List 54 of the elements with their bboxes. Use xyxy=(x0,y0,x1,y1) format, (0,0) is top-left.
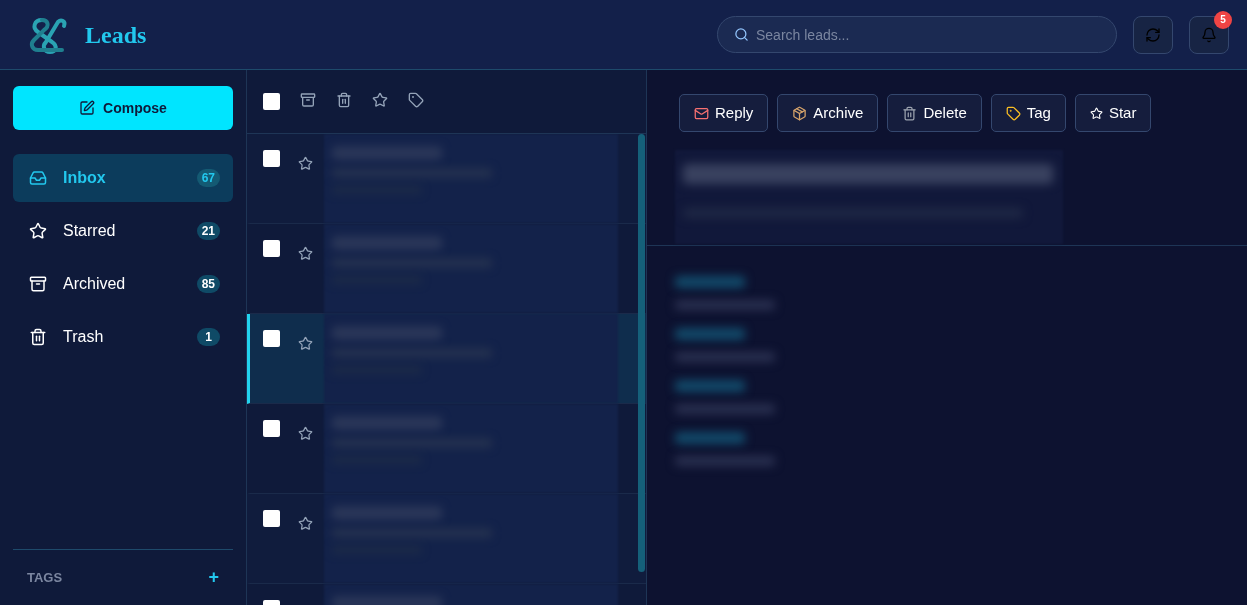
checkbox[interactable] xyxy=(263,330,280,347)
action-button[interactable]: Tag xyxy=(990,94,1066,132)
star-icon xyxy=(29,222,47,240)
star-icon[interactable] xyxy=(298,246,313,261)
inbox-icon xyxy=(29,169,47,187)
count-badge: 85 xyxy=(196,275,220,293)
folder-item[interactable]: Trash 1 xyxy=(13,313,233,361)
checkbox[interactable] xyxy=(263,420,280,437)
star-icon[interactable] xyxy=(298,516,313,531)
count-badge: 1 xyxy=(197,328,220,346)
archive-icon xyxy=(29,275,47,293)
search-icon xyxy=(734,27,749,42)
folder-label: Archived xyxy=(63,274,127,294)
box-icon xyxy=(792,105,808,121)
refresh-button[interactable] xyxy=(1133,15,1173,54)
count-badge: 21 xyxy=(196,222,220,240)
refresh-icon xyxy=(1145,26,1161,43)
checkbox[interactable] xyxy=(263,240,280,257)
notification-badge: 5 xyxy=(1214,10,1232,29)
app-title: Leads xyxy=(85,20,147,50)
logo-icon xyxy=(28,15,68,54)
scrollbar[interactable] xyxy=(638,134,645,572)
envelope-icon xyxy=(694,105,709,121)
folder-label: Trash xyxy=(63,327,105,347)
count-badge: 67 xyxy=(196,169,220,187)
search-field[interactable]: Search leads... xyxy=(717,16,1117,53)
action-button[interactable]: Star xyxy=(1074,94,1152,132)
bell-icon xyxy=(1201,26,1217,43)
trash-icon xyxy=(902,105,918,121)
checkbox[interactable] xyxy=(263,93,280,110)
checkbox[interactable] xyxy=(263,510,280,527)
trash-icon xyxy=(29,328,47,346)
star-icon[interactable] xyxy=(298,336,313,351)
folder-item[interactable]: Archived 85 xyxy=(13,260,233,308)
checkbox[interactable] xyxy=(263,150,280,167)
folder-item[interactable]: Inbox 67 xyxy=(13,154,233,202)
folder-label: Starred xyxy=(63,221,117,241)
star-icon xyxy=(1089,106,1103,120)
tag-icon[interactable] xyxy=(408,91,424,108)
folder-item[interactable]: Starred 21 xyxy=(13,207,233,255)
action-button[interactable]: Reply xyxy=(679,94,769,132)
action-button[interactable]: Archive xyxy=(777,94,879,132)
archive-icon[interactable] xyxy=(300,91,316,108)
folder-label: Inbox xyxy=(63,168,107,188)
trash-icon[interactable] xyxy=(336,91,352,108)
tag-icon xyxy=(1005,105,1021,121)
star-icon[interactable] xyxy=(298,426,313,441)
star-icon[interactable] xyxy=(372,91,388,108)
tags-heading: TAGS xyxy=(27,568,63,587)
edit-icon xyxy=(79,100,96,116)
compose-button[interactable]: Compose xyxy=(13,86,233,130)
action-button[interactable]: Delete xyxy=(887,94,982,132)
star-icon[interactable] xyxy=(298,156,313,171)
add-tag-button[interactable]: + xyxy=(208,564,219,591)
